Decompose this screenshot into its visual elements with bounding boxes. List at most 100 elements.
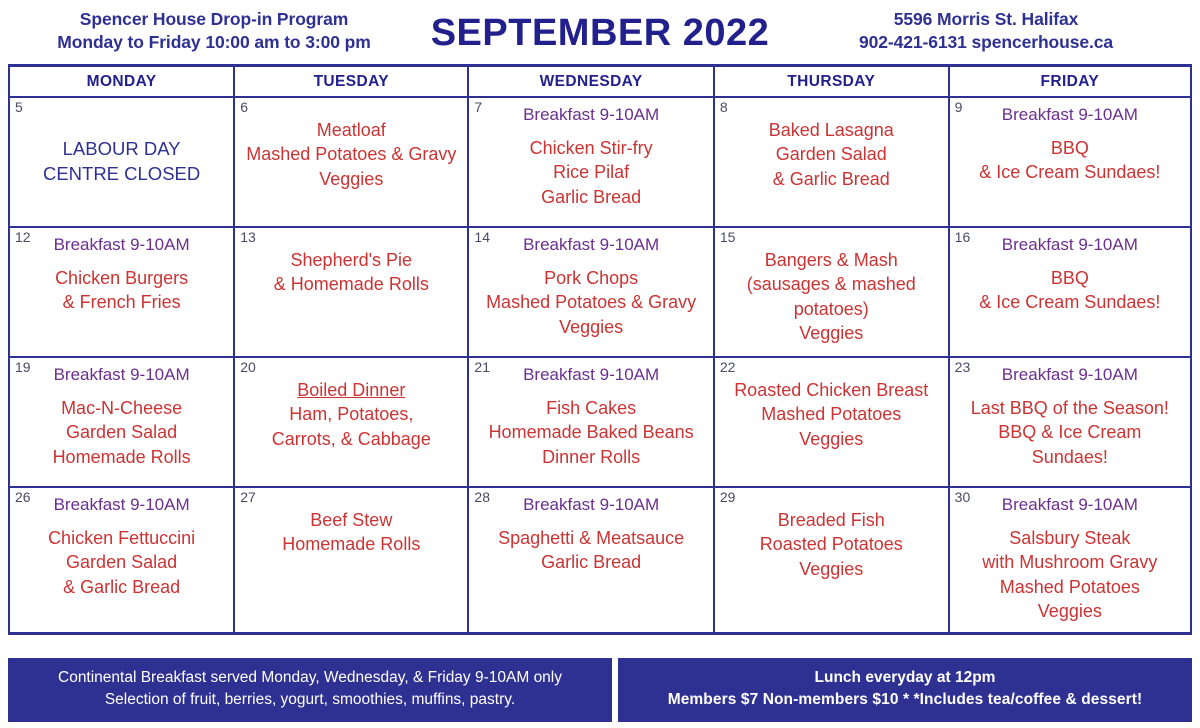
menu-items: Chicken Stir-fry Rice Pilaf Garlic Bread bbox=[475, 136, 706, 209]
program-hours: Monday to Friday 10:00 am to 3:00 pm bbox=[57, 32, 371, 53]
calendar-day-cell[interactable]: 15 Bangers & Mash (sausages & mashed potato… bbox=[712, 227, 950, 358]
day-cell-body: Breakfast 9-10AM Pork Chops Mashed Potatoe… bbox=[469, 228, 712, 356]
day-cell-body: Beef Stew Homemade Rolls bbox=[235, 488, 467, 616]
menu-item-line: & Ice Cream Sundaes! bbox=[979, 162, 1161, 183]
day-cell-body: Breakfast 9-10AM Chicken Fettuccini Garden… bbox=[10, 488, 233, 616]
calendar-day-cell[interactable]: 7 Breakfast 9-10AM Chicken Stir-fry Rice Pi… bbox=[467, 97, 715, 228]
calendar-day-cell[interactable]: 5 LABOUR DAY CENTRE CLOSED bbox=[10, 97, 236, 228]
calendar-day-cell[interactable]: 8 Baked Lasagna Garden Salad & Garlic Bread bbox=[712, 97, 950, 228]
menu-item-line: Homemade Rolls bbox=[282, 534, 421, 555]
menu-item-line: Veggies bbox=[1037, 601, 1102, 622]
calendar-day-cell[interactable]: 26 Breakfast 9-10AM Chicken Fettuccini Gard… bbox=[10, 487, 236, 632]
calendar-day-cell[interactable]: 19 Breakfast 9-10AM Mac-N-Cheese Garden Sal… bbox=[10, 357, 236, 488]
breakfast-label: Breakfast 9-10AM bbox=[53, 365, 190, 384]
menu-item-line: Carrots, & Cabbage bbox=[271, 428, 431, 449]
calendar-day-cell[interactable]: 30 Breakfast 9-10AM Salsbury Steak with Mus… bbox=[947, 487, 1190, 632]
menu-item-line: Bangers & Mash bbox=[764, 250, 898, 270]
page-header: Spencer House Drop-in Program Monday to … bbox=[0, 0, 1200, 62]
day-header-tuesday: TUESDAY bbox=[233, 67, 470, 98]
menu-items: Meatloaf Mashed Potatoes & Gravy Veggies bbox=[241, 118, 461, 191]
calendar-day-cell[interactable]: 21 Breakfast 9-10AM Fish Cakes Homemade Bak… bbox=[467, 357, 715, 488]
menu-item-line: Salsbury Steak bbox=[1009, 527, 1131, 548]
day-number: 9 bbox=[954, 99, 963, 115]
calendar-day-cell[interactable]: 22 Roasted Chicken Breast Mashed Potatoes V… bbox=[712, 357, 950, 488]
menu-item-line: Garden Salad bbox=[66, 552, 178, 573]
calendar-day-cell[interactable]: 27 Beef Stew Homemade Rolls bbox=[233, 487, 470, 632]
day-number: 5 bbox=[15, 99, 23, 115]
day-header-thursday: THURSDAY bbox=[712, 67, 950, 98]
menu-item-line: Roasted Potatoes bbox=[759, 534, 903, 555]
closure-notice: LABOUR DAY CENTRE CLOSED bbox=[16, 136, 227, 186]
day-cell-body: Breakfast 9-10AM BBQ & Ice Cream Sundaes! bbox=[950, 228, 1190, 356]
menu-items: Baked Lasagna Garden Salad & Garlic Bread bbox=[721, 118, 942, 191]
menu-item-line: Mac-N-Cheese bbox=[61, 397, 183, 418]
day-number: 13 bbox=[240, 229, 256, 245]
menu-item-line: Mashed Potatoes & Gravy bbox=[246, 144, 457, 165]
menu-items: BBQ & Ice Cream Sundaes! bbox=[956, 136, 1184, 185]
calendar-day-cell[interactable]: 12 Breakfast 9-10AM Chicken Burgers & Frenc… bbox=[10, 227, 236, 358]
day-number: 22 bbox=[719, 359, 736, 375]
day-number: 19 bbox=[15, 359, 31, 375]
menu-item-line: & Garlic Bread bbox=[63, 576, 181, 597]
menu-item-line: Homemade Baked Beans bbox=[488, 422, 694, 443]
day-cell-body: LABOUR DAY CENTRE CLOSED bbox=[10, 98, 233, 226]
breakfast-label: Breakfast 9-10AM bbox=[1001, 105, 1138, 124]
menu-items: Breaded Fish Roasted Potatoes Veggies bbox=[721, 508, 942, 581]
day-cell-body: Baked Lasagna Garden Salad & Garlic Bread bbox=[715, 98, 948, 226]
calendar-day-cell[interactable]: 23 Breakfast 9-10AM Last BBQ of the Season… bbox=[947, 357, 1190, 488]
contact-info: 5596 Morris St. Halifax 902-421-6131 spe… bbox=[786, 8, 1186, 54]
menu-item-line: & Garlic Bread bbox=[772, 168, 890, 189]
menu-item-line: BBQ & Ice Cream bbox=[998, 422, 1142, 443]
lunch-note-banner: Lunch everyday at 12pm Members $7 Non-me… bbox=[618, 658, 1192, 722]
day-number: 23 bbox=[954, 359, 971, 375]
calendar-grid: MONDAY TUESDAY WEDNESDAY THURSDAY FRIDAY… bbox=[8, 64, 1192, 635]
day-header-friday: FRIDAY bbox=[947, 67, 1190, 98]
day-number: 28 bbox=[474, 489, 490, 505]
closure-notice-line: CENTRE CLOSED bbox=[42, 163, 201, 184]
menu-items: Chicken Burgers & French Fries bbox=[16, 266, 227, 315]
day-number: 29 bbox=[719, 489, 736, 505]
phone-website-line: 902-421-6131 spencerhouse.ca bbox=[858, 32, 1114, 53]
menu-item-line: BBQ bbox=[1050, 267, 1089, 288]
calendar-day-cell[interactable]: 20 Boiled Dinner Ham, Potatoes, Carrots, & … bbox=[233, 357, 470, 488]
menu-item-line: Garden Salad bbox=[66, 422, 178, 443]
calendar-day-cell[interactable]: 29 Breaded Fish Roasted Potatoes Veggies bbox=[712, 487, 950, 632]
day-number: 7 bbox=[474, 99, 483, 115]
breakfast-label: Breakfast 9-10AM bbox=[523, 495, 660, 514]
menu-items: Bangers & Mash (sausages & mashed potatoes… bbox=[721, 248, 942, 346]
calendar-week-row: 5 LABOUR DAY CENTRE CLOSED 6 Meatloaf Mashed … bbox=[10, 97, 1190, 228]
day-number: 26 bbox=[15, 489, 31, 505]
calendar-day-cell[interactable]: 14 Breakfast 9-10AM Pork Chops Mashed Potat… bbox=[467, 227, 715, 358]
calendar-day-cell[interactable]: 16 Breakfast 9-10AM BBQ & Ice Cream Sundaes… bbox=[947, 227, 1190, 358]
breakfast-label: Breakfast 9-10AM bbox=[1001, 495, 1138, 514]
menu-item-line: Mashed Potatoes & Gravy bbox=[486, 292, 697, 313]
menu-item-line: & French Fries bbox=[62, 292, 181, 313]
calendar-page: Spencer House Drop-in Program Monday to … bbox=[0, 0, 1200, 728]
breakfast-label: Breakfast 9-10AM bbox=[523, 365, 660, 384]
footer-banners: Continental Breakfast served Monday, Wed… bbox=[8, 658, 1192, 722]
breakfast-note-line-2: Selection of fruit, berries, yogurt, smo… bbox=[104, 691, 516, 708]
menu-items: BBQ & Ice Cream Sundaes! bbox=[956, 266, 1184, 315]
calendar-day-cell[interactable]: 6 Meatloaf Mashed Potatoes & Gravy Veggies bbox=[233, 97, 470, 228]
menu-items: Shepherd's Pie & Homemade Rolls bbox=[241, 248, 461, 297]
menu-item-line: Beef Stew bbox=[310, 510, 393, 530]
day-cell-body: Meatloaf Mashed Potatoes & Gravy Veggies bbox=[235, 98, 467, 226]
calendar-week-row: 26 Breakfast 9-10AM Chicken Fettuccini Gard… bbox=[10, 487, 1190, 632]
day-cell-body: Breakfast 9-10AM Chicken Burgers & French … bbox=[10, 228, 233, 356]
day-number: 6 bbox=[240, 99, 248, 115]
menu-item-line: Mashed Potatoes bbox=[761, 404, 902, 425]
program-info: Spencer House Drop-in Program Monday to … bbox=[14, 8, 414, 54]
calendar-day-cell[interactable]: 13 Shepherd's Pie & Homemade Rolls bbox=[233, 227, 470, 358]
breakfast-label: Breakfast 9-10AM bbox=[53, 235, 190, 254]
day-cell-body: Breakfast 9-10AM Last BBQ of the Season! B… bbox=[950, 358, 1190, 486]
menu-item-line: Chicken Burgers bbox=[55, 267, 189, 288]
day-cell-body: Shepherd's Pie & Homemade Rolls bbox=[235, 228, 467, 356]
menu-item-line: Chicken Fettuccini bbox=[48, 527, 196, 548]
day-number: 21 bbox=[474, 359, 490, 375]
calendar-day-cell[interactable]: 28 Breakfast 9-10AM Spaghetti & Meatsauce G… bbox=[467, 487, 715, 632]
menu-items: Roasted Chicken Breast Mashed Potatoes Veg… bbox=[721, 378, 942, 451]
calendar-day-cell[interactable]: 9 Breakfast 9-10AM BBQ & Ice Cream Sundaes! bbox=[947, 97, 1190, 228]
day-cell-body: Breakfast 9-10AM Salsbury Steak with Mushr… bbox=[950, 488, 1190, 632]
menu-item-line: Pork Chops bbox=[544, 267, 639, 288]
day-number: 16 bbox=[954, 229, 971, 245]
